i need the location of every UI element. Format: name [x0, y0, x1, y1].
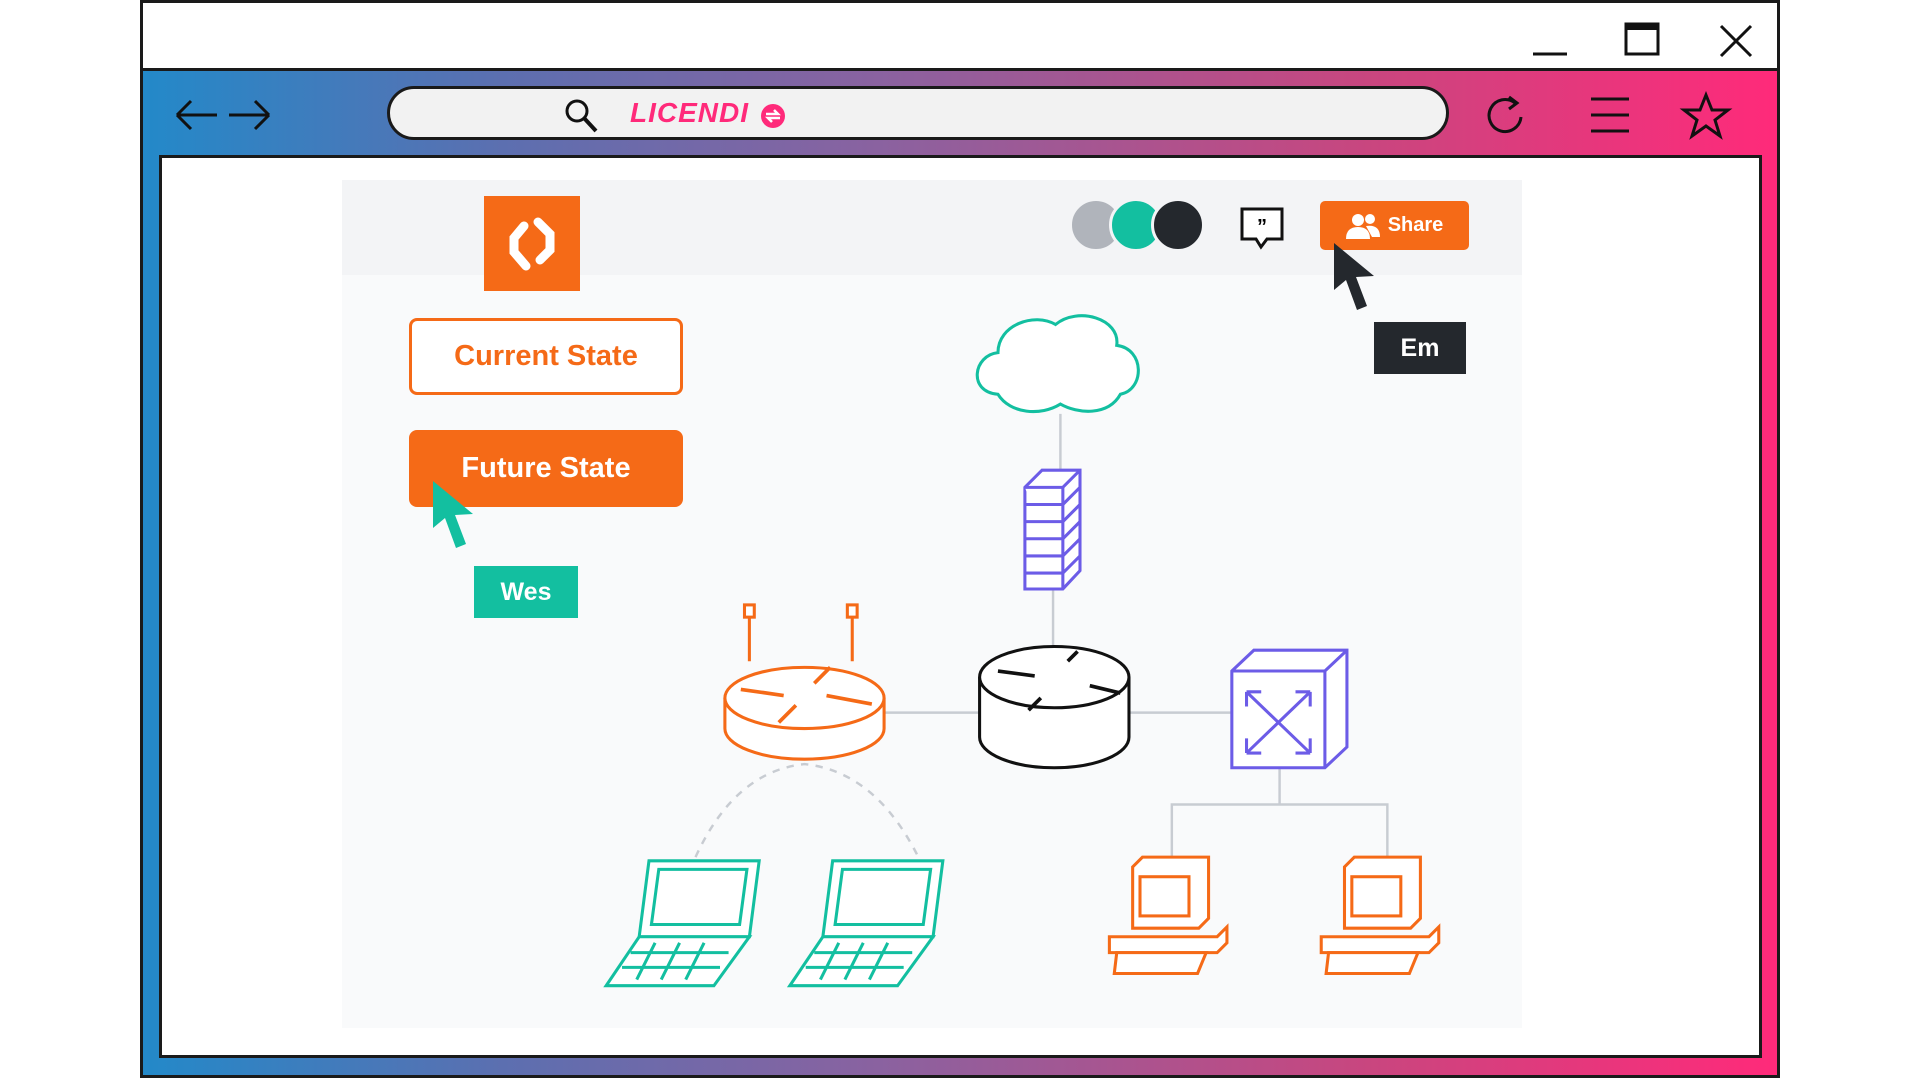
cursor-label-em: Em — [1374, 322, 1466, 374]
menu-icon[interactable] — [1591, 97, 1629, 133]
comment-icon[interactable]: ” — [1239, 206, 1285, 252]
collaborator-avatar[interactable] — [1151, 198, 1205, 252]
close-icon[interactable] — [1719, 24, 1753, 58]
brand-logo-icon — [761, 104, 785, 128]
brand-text: LICENDI — [630, 97, 749, 128]
wes-label: Wes — [500, 577, 552, 606]
users-icon — [1345, 213, 1380, 239]
future-state-label: Future State — [461, 452, 631, 484]
toolbar-icons — [1487, 91, 1733, 140]
forward-arrow-icon[interactable] — [229, 99, 271, 131]
em-label: Em — [1400, 333, 1440, 362]
svg-text:”: ” — [1257, 216, 1267, 238]
cursor-wes-icon — [433, 481, 473, 548]
current-state-label: Current State — [454, 340, 638, 372]
maximize-icon[interactable] — [1624, 22, 1660, 56]
reload-icon[interactable] — [1487, 95, 1523, 134]
current-state-button[interactable]: Current State — [409, 318, 683, 395]
back-arrow-icon[interactable] — [175, 99, 217, 131]
star-icon[interactable] — [1679, 91, 1733, 140]
window-controls — [1533, 22, 1753, 58]
app-logo[interactable] — [484, 196, 580, 291]
logo-icon — [509, 217, 555, 271]
address-bar[interactable]: LICENDI — [387, 86, 1449, 140]
share-label: Share — [1387, 214, 1444, 236]
cursor-label-wes: Wes — [474, 566, 578, 618]
cursor-em-icon — [1334, 243, 1374, 310]
search-icon — [565, 99, 598, 133]
nav-buttons — [175, 99, 271, 131]
title-bar — [143, 3, 1777, 71]
